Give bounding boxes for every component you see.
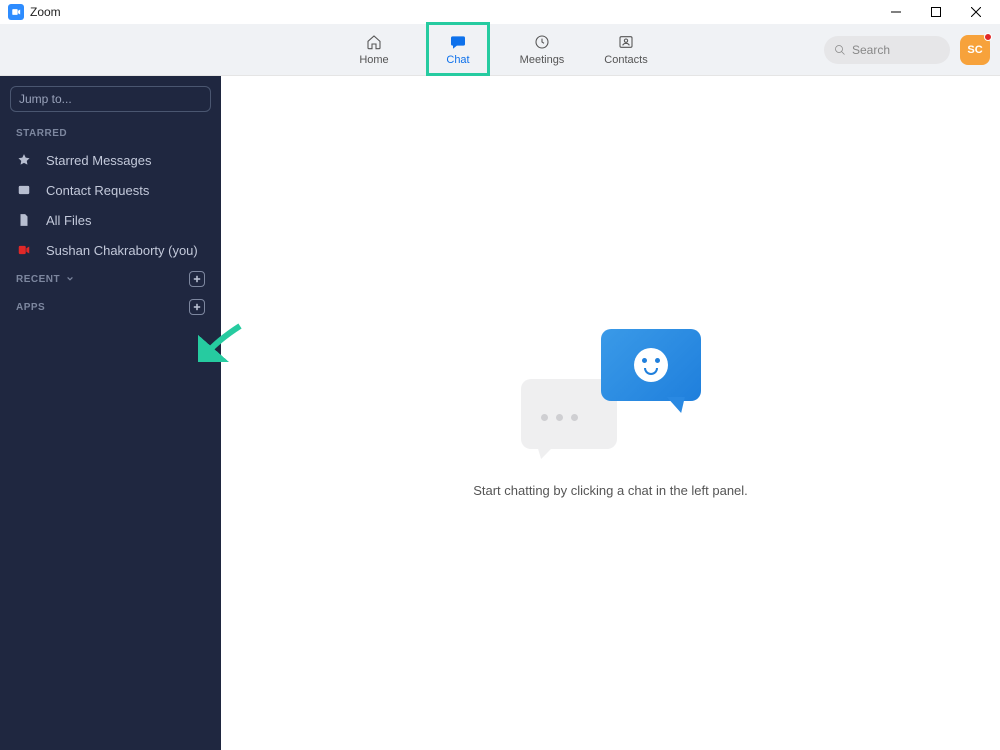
close-button[interactable] — [956, 0, 996, 24]
titlebar: Zoom — [0, 0, 1000, 24]
nav-contacts[interactable]: Contacts — [598, 26, 654, 74]
maximize-button[interactable] — [916, 0, 956, 24]
section-label: STARRED — [16, 128, 67, 139]
nav-label: Meetings — [520, 54, 565, 66]
nav-label: Contacts — [604, 54, 647, 66]
sidebar-item-label: Starred Messages — [46, 153, 152, 168]
file-icon — [16, 212, 32, 228]
minimize-button[interactable] — [876, 0, 916, 24]
sidebar-item-self-chat[interactable]: Sushan Chakraborty (you) — [0, 235, 221, 265]
sidebar-item-all-files[interactable]: All Files — [0, 205, 221, 235]
sidebar: Jump to... STARRED Starred Messages Cont… — [0, 76, 221, 750]
sidebar-item-starred-messages[interactable]: Starred Messages — [0, 145, 221, 175]
clock-icon — [533, 34, 551, 50]
section-apps-header[interactable]: APPS — [0, 293, 221, 321]
zoom-app-icon — [8, 4, 24, 20]
profile-avatar[interactable]: SC — [960, 35, 990, 65]
sidebar-item-label: Contact Requests — [46, 183, 149, 198]
jump-to-input[interactable]: Jump to... — [10, 86, 211, 112]
search-icon — [834, 44, 846, 56]
top-nav: Home Chat Meetings Contacts Search SC — [0, 24, 1000, 76]
window-controls — [876, 0, 996, 24]
jump-to-placeholder: Jump to... — [19, 92, 72, 106]
section-label: APPS — [16, 302, 45, 313]
nav-home[interactable]: Home — [346, 26, 402, 74]
avatar-initials: SC — [967, 44, 982, 56]
search-input[interactable]: Search — [824, 36, 950, 64]
add-app-button[interactable] — [189, 299, 205, 315]
add-recent-button[interactable] — [189, 271, 205, 287]
contacts-icon — [617, 34, 635, 50]
nav-chat[interactable]: Chat — [430, 26, 486, 74]
sidebar-item-label: All Files — [46, 213, 92, 228]
search-placeholder: Search — [852, 43, 890, 57]
empty-state-text: Start chatting by clicking a chat in the… — [473, 483, 748, 498]
nav-label: Home — [359, 54, 388, 66]
section-starred-header[interactable]: STARRED — [0, 122, 221, 145]
empty-chat-illustration — [521, 329, 701, 449]
chevron-down-icon — [66, 275, 74, 283]
chat-empty-state: Start chatting by clicking a chat in the… — [221, 76, 1000, 750]
video-icon — [16, 242, 32, 258]
sidebar-item-label: Sushan Chakraborty (you) — [46, 243, 198, 258]
nav-label: Chat — [446, 54, 469, 66]
window-title: Zoom — [30, 5, 61, 19]
section-label: RECENT — [16, 274, 60, 285]
section-recent-header[interactable]: RECENT — [0, 265, 221, 293]
contact-card-icon — [16, 182, 32, 198]
home-icon — [365, 34, 383, 50]
sidebar-item-contact-requests[interactable]: Contact Requests — [0, 175, 221, 205]
chat-icon — [449, 34, 467, 50]
status-dot-icon — [984, 33, 992, 41]
nav-meetings[interactable]: Meetings — [514, 26, 570, 74]
star-icon — [16, 152, 32, 168]
blue-chat-bubble-icon — [601, 329, 701, 401]
